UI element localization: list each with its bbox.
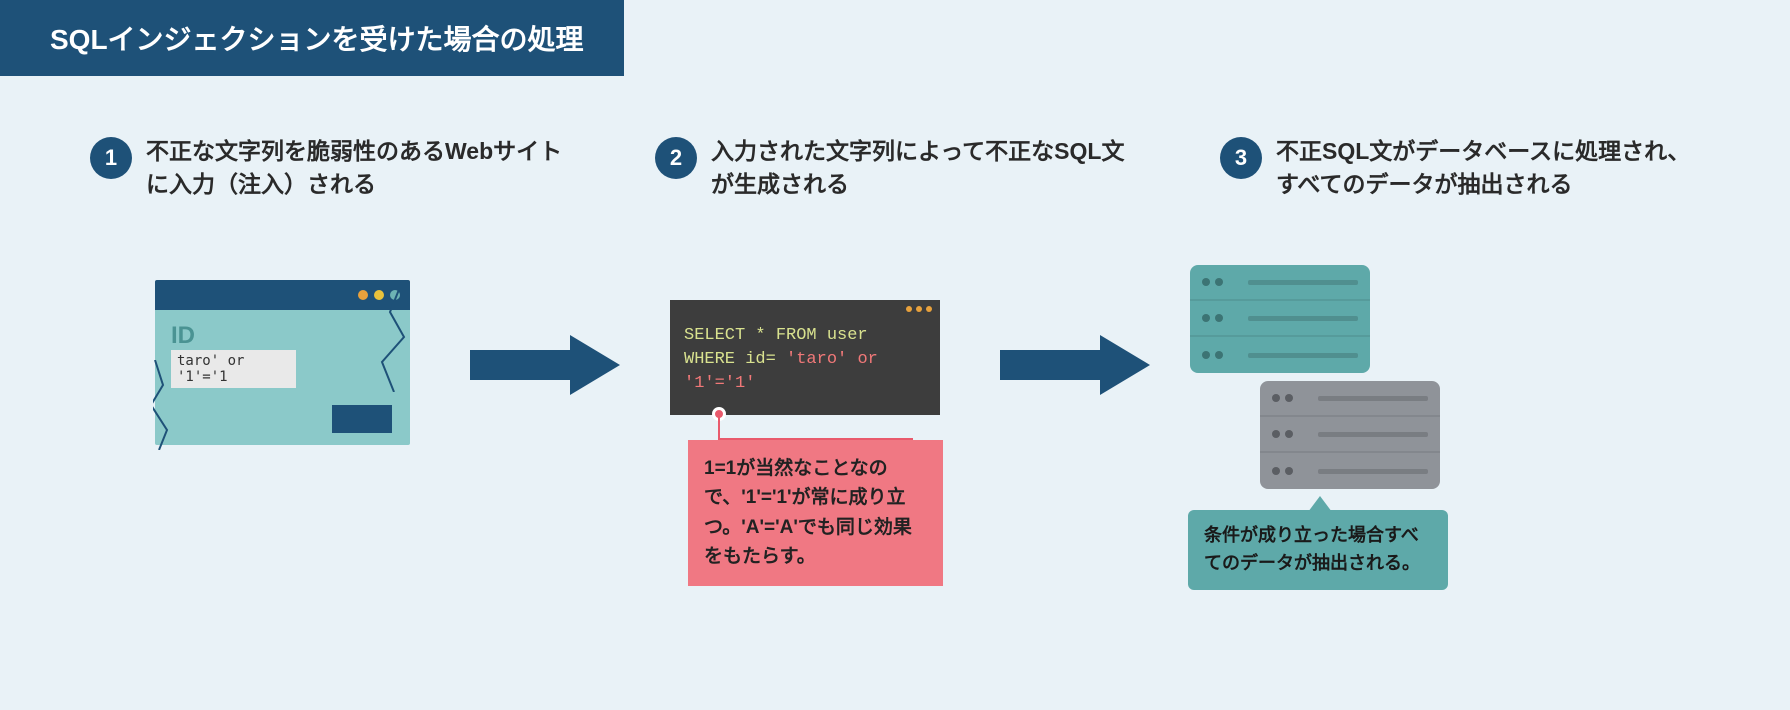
button-placeholder-icon (332, 405, 392, 433)
step-number: 3 (1220, 137, 1262, 179)
window-dot (916, 306, 922, 312)
browser-window-icon: ID taro' or '1'='1 (155, 280, 410, 445)
server-gray-icon (1260, 381, 1440, 489)
crack-icon (342, 282, 412, 392)
window-dot (926, 306, 932, 312)
database-servers-icon (1190, 265, 1440, 489)
result-callout: 条件が成り立った場合すべてのデータが抽出される。 (1188, 510, 1448, 590)
crack-icon (153, 360, 223, 450)
terminal-body: SELECT * FROM user WHERE id= 'taro' or '… (670, 318, 940, 415)
pointer-line (718, 415, 720, 440)
step-2: 2 入力された文字列によって不正なSQL文が生成される (655, 135, 1135, 202)
window-dot (906, 306, 912, 312)
step-text: 不正な文字列を脆弱性のあるWebサイトに入力（注入）される (146, 135, 570, 202)
step-text: 不正SQL文がデータベースに処理され、すべてのデータが抽出される (1276, 135, 1700, 202)
step-text: 入力された文字列によって不正なSQL文が生成される (711, 135, 1135, 202)
browser-body: ID taro' or '1'='1 (155, 310, 410, 445)
arrow-icon (1000, 330, 1150, 400)
server-teal-icon (1190, 265, 1370, 373)
step-number: 1 (90, 137, 132, 179)
explanation-note: 1=1が当然なことなので、'1'='1'が常に成り立つ。'A'='A'でも同じ効… (688, 440, 943, 586)
sql-text: WHERE id= (684, 350, 786, 369)
arrow-icon (470, 330, 620, 400)
sql-text: SELECT * FROM user (684, 326, 868, 345)
step-3: 3 不正SQL文がデータベースに処理され、すべてのデータが抽出される (1220, 135, 1700, 202)
sql-highlight: '1'='1' (684, 374, 755, 393)
graphics-area: ID taro' or '1'='1 SELECT * FROM user WH… (0, 280, 1790, 680)
page-title: SQLインジェクションを受けた場合の処理 (0, 0, 624, 76)
sql-highlight: 'taro' or (786, 350, 878, 369)
steps-row: 1 不正な文字列を脆弱性のあるWebサイトに入力（注入）される 2 入力された文… (0, 135, 1790, 202)
sql-terminal-icon: SELECT * FROM user WHERE id= 'taro' or '… (670, 300, 940, 415)
step-number: 2 (655, 137, 697, 179)
step-1: 1 不正な文字列を脆弱性のあるWebサイトに入力（注入）される (90, 135, 570, 202)
terminal-titlebar (670, 300, 940, 318)
